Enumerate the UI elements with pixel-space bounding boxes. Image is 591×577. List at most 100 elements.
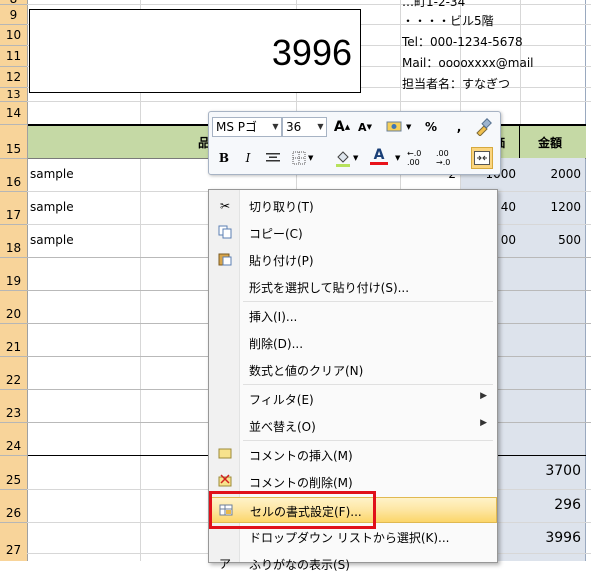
menu-item-delete[interactable]: 削除(D)... bbox=[209, 330, 497, 356]
align-center-icon bbox=[266, 153, 280, 162]
highlight-annotation-box bbox=[209, 491, 376, 529]
mini-toolbar: MS Pゴ ▼ 36 ▼ A ▲ A ▼ ▼ % , B I ▼ ▼ A ▼ ←.0… bbox=[208, 111, 501, 175]
header-amount: 金額 bbox=[538, 136, 563, 150]
menu-item-cut[interactable]: ✂ 切り取り(T) bbox=[209, 193, 497, 219]
chevron-down-icon[interactable]: ▼ bbox=[270, 118, 281, 136]
item-name-cell[interactable]: sample bbox=[30, 200, 74, 214]
subtotal-cell[interactable]: 3700 bbox=[521, 463, 581, 479]
brush-icon bbox=[476, 118, 492, 136]
total-amount-box[interactable]: 3996 bbox=[29, 9, 361, 93]
total-amount-value: 3996 bbox=[271, 32, 352, 73]
row-header-20[interactable]: 20 bbox=[0, 290, 27, 323]
row-header-12[interactable]: 12 bbox=[0, 66, 27, 87]
menu-item-paste[interactable]: 貼り付け(P) bbox=[209, 247, 497, 273]
center-align-button[interactable] bbox=[263, 148, 283, 168]
row-header-14[interactable]: 14 bbox=[0, 101, 27, 124]
row-header-26[interactable]: 26 bbox=[0, 489, 27, 522]
shrink-font-button[interactable]: A ▼ bbox=[355, 117, 375, 137]
submenu-arrow-icon: ▶ bbox=[480, 391, 487, 401]
menu-item-sort[interactable]: 並べ替え(O) ▶ bbox=[209, 413, 497, 439]
menu-item-label: 数式と値のクリア(N) bbox=[249, 364, 364, 378]
address-line: ・・・・ビル5階 bbox=[402, 14, 494, 28]
menu-item-label: ドロップダウン リストから選択(K)... bbox=[249, 531, 450, 545]
gridline bbox=[27, 4, 591, 5]
font-color-button[interactable]: A bbox=[369, 146, 389, 166]
grow-font-button[interactable]: A ▲ bbox=[332, 117, 352, 137]
chevron-down-icon[interactable]: ▼ bbox=[353, 154, 358, 162]
row-header-23[interactable]: 23 bbox=[0, 389, 27, 422]
item-amount-cell[interactable]: 1200 bbox=[521, 200, 581, 214]
accounting-format-button[interactable] bbox=[385, 117, 405, 137]
submenu-arrow-icon: ▶ bbox=[480, 418, 487, 428]
row-header-11[interactable]: 11 bbox=[0, 45, 27, 66]
menu-item-show-furigana[interactable]: ア ふりがなの表示(S) bbox=[209, 551, 497, 577]
item-name-cell[interactable]: sample bbox=[30, 167, 74, 181]
menu-item-label: コメントの削除(M) bbox=[249, 476, 353, 490]
font-color-icon: A bbox=[373, 146, 385, 163]
menu-item-label: ふりがなの表示(S) bbox=[249, 558, 350, 572]
row-header-13[interactable]: 13 bbox=[0, 87, 27, 101]
menu-item-label: コメントの挿入(M) bbox=[249, 449, 353, 463]
row-header-16[interactable]: 16 bbox=[0, 158, 27, 191]
item-amount-cell[interactable]: 2000 bbox=[521, 167, 581, 181]
comma-style-button[interactable]: , bbox=[449, 117, 469, 137]
decrease-decimal-icon: .00 →.0 bbox=[436, 149, 451, 167]
comment-delete-icon bbox=[217, 474, 233, 490]
borders-button[interactable] bbox=[289, 148, 309, 168]
item-amount-cell[interactable]: 500 bbox=[521, 233, 581, 247]
paste-icon bbox=[217, 252, 233, 268]
row-header-25[interactable]: 25 bbox=[0, 455, 27, 489]
row-header-22[interactable]: 22 bbox=[0, 356, 27, 389]
font-size-combo[interactable]: 36 ▼ bbox=[282, 117, 327, 137]
percent-style-button[interactable]: % bbox=[421, 117, 441, 137]
menu-separator bbox=[243, 301, 493, 302]
row-header-10[interactable]: 10 bbox=[0, 24, 27, 45]
menu-item-filter[interactable]: フィルタ(E) ▶ bbox=[209, 386, 497, 412]
fill-bucket-icon bbox=[336, 151, 350, 167]
chevron-down-icon[interactable]: ▼ bbox=[315, 118, 326, 136]
gridline bbox=[27, 101, 591, 102]
format-painter-button[interactable] bbox=[473, 117, 493, 137]
row-header-15[interactable]: 15 bbox=[0, 124, 27, 158]
row-header-24[interactable]: 24 bbox=[0, 422, 27, 455]
row-header-21[interactable]: 21 bbox=[0, 323, 27, 356]
comma-icon: , bbox=[456, 120, 462, 134]
chevron-down-icon[interactable]: ▼ bbox=[395, 154, 400, 162]
row-header-19[interactable]: 19 bbox=[0, 257, 27, 290]
item-name-cell[interactable]: sample bbox=[30, 233, 74, 247]
merge-center-button[interactable] bbox=[471, 147, 493, 169]
menu-item-insert-comment[interactable]: コメントの挿入(M) bbox=[209, 442, 497, 468]
menu-item-label: フィルタ(E) bbox=[249, 393, 314, 407]
menu-item-paste-special[interactable]: 形式を選択して貼り付け(S)... bbox=[209, 274, 497, 300]
decrease-decimal-button[interactable]: .00 →.0 bbox=[436, 148, 464, 168]
tax-cell[interactable]: 296 bbox=[521, 497, 581, 513]
font-name-combo[interactable]: MS Pゴ ▼ bbox=[212, 117, 282, 137]
menu-item-clear-contents[interactable]: 数式と値のクリア(N) bbox=[209, 357, 497, 383]
menu-item-label: 切り取り(T) bbox=[249, 200, 314, 214]
font-name-value: MS Pゴ bbox=[216, 120, 258, 134]
grand-total-cell[interactable]: 3996 bbox=[521, 530, 581, 546]
menu-item-insert[interactable]: 挿入(I)... bbox=[209, 303, 497, 329]
menu-item-label: コピー(C) bbox=[249, 227, 303, 241]
italic-icon: I bbox=[245, 151, 251, 165]
contact-person-line: 担当者名：すなぎつ bbox=[402, 77, 511, 91]
font-size-value: 36 bbox=[286, 120, 302, 134]
bold-button[interactable]: B bbox=[214, 148, 234, 168]
mail-line: Mail：ooooxxxx@mail bbox=[402, 56, 534, 70]
chevron-down-icon[interactable]: ▼ bbox=[308, 154, 313, 162]
menu-separator bbox=[243, 384, 493, 385]
menu-item-copy[interactable]: コピー(C) bbox=[209, 220, 497, 246]
address-line: …町1-2-34 bbox=[402, 0, 466, 9]
furigana-icon: ア bbox=[218, 557, 231, 571]
row-header-18[interactable]: 18 bbox=[0, 224, 27, 257]
row-header-27[interactable]: 27 bbox=[0, 522, 27, 561]
chevron-down-icon[interactable]: ▼ bbox=[406, 123, 411, 131]
menu-separator bbox=[243, 440, 493, 441]
column-divider bbox=[519, 124, 520, 158]
fill-color-button[interactable] bbox=[333, 148, 353, 168]
row-header-17[interactable]: 17 bbox=[0, 191, 27, 224]
italic-button[interactable]: I bbox=[238, 148, 258, 168]
comment-insert-icon bbox=[217, 447, 233, 463]
increase-decimal-button[interactable]: ←.0 .00 bbox=[407, 148, 435, 168]
row-header-9[interactable]: 9 bbox=[0, 4, 27, 24]
